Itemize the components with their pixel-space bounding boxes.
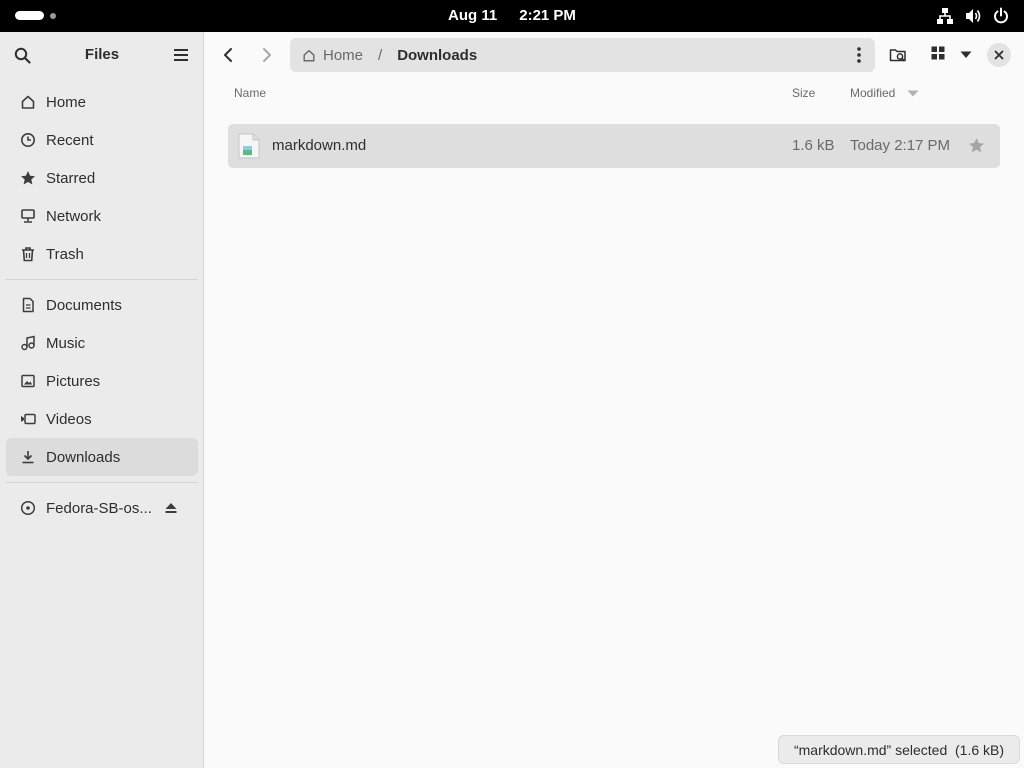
sidebar-item-label: Documents (46, 296, 122, 314)
sort-descending-icon (907, 90, 919, 97)
network-icon (937, 8, 953, 24)
clock-time: 2:21 PM (519, 7, 576, 24)
top-bar: Aug 11 2:21 PM (0, 0, 1024, 32)
breadcrumb-home[interactable]: Home (302, 47, 363, 64)
sidebar-item-home[interactable]: Home (6, 83, 198, 121)
selection-status: “markdown.md” selected (1.6 kB) (778, 735, 1020, 764)
column-header-name[interactable]: Name (234, 86, 266, 100)
power-icon (994, 7, 1008, 24)
download-icon (20, 449, 36, 465)
file-row[interactable]: markdown.md 1.6 kB Today 2:17 PM (228, 124, 1000, 168)
sidebar: Files Home Recent Starred Network Trash … (0, 32, 204, 768)
sidebar-item-videos[interactable]: Videos (6, 400, 198, 438)
document-icon (20, 297, 36, 313)
file-browser: Home / Downloads Name Size Modified mark… (205, 32, 1024, 768)
clock-date: Aug 11 (448, 7, 498, 24)
search-folder-icon[interactable] (889, 46, 907, 64)
home-icon (302, 48, 316, 63)
sidebar-item-label: Pictures (46, 372, 101, 390)
text-file-icon (238, 133, 260, 159)
sidebar-divider (6, 279, 198, 280)
music-icon (20, 335, 36, 351)
folder-menu-icon[interactable] (857, 47, 861, 63)
sidebar-item-label: Home (46, 93, 87, 111)
disc-icon (20, 500, 36, 516)
network-icon (20, 208, 36, 224)
star-icon[interactable] (968, 137, 985, 154)
video-icon (20, 411, 36, 427)
sidebar-item-starred[interactable]: Starred (6, 159, 198, 197)
file-size: 1.6 kB (792, 137, 835, 154)
picture-icon (20, 373, 36, 389)
main-menu-icon[interactable] (173, 48, 189, 62)
grid-view-icon[interactable] (931, 46, 945, 60)
breadcrumb-separator: / (378, 46, 383, 64)
sidebar-item-label: Downloads (46, 448, 121, 466)
breadcrumb-current[interactable]: Downloads (397, 47, 477, 64)
sidebar-item-music[interactable]: Music (6, 324, 198, 362)
sidebar-header: Files (0, 32, 204, 78)
breadcrumb-home-label: Home (323, 46, 364, 64)
view-options-chevron-icon[interactable] (960, 51, 972, 59)
sidebar-item-network[interactable]: Network (6, 197, 198, 235)
sidebar-item-label: Videos (46, 410, 92, 428)
trash-icon (20, 246, 36, 262)
sidebar-item-pictures[interactable]: Pictures (6, 362, 198, 400)
clock[interactable]: Aug 11 2:21 PM (0, 7, 1024, 24)
sidebar-item-label: Starred (46, 169, 96, 187)
system-tray[interactable] (936, 7, 1010, 25)
volume-icon (966, 9, 981, 23)
sidebar-item-label: Fedora-SB-os... (46, 499, 152, 517)
sidebar-item-documents[interactable]: Documents (6, 286, 198, 324)
sidebar-item-label: Recent (46, 131, 94, 149)
file-name: markdown.md (272, 137, 367, 154)
sidebar-places: Home Recent Starred Network Trash Docume… (6, 83, 198, 527)
home-icon (20, 94, 36, 110)
sidebar-item-label: Network (46, 207, 102, 225)
sidebar-divider (6, 482, 198, 483)
close-button[interactable] (987, 43, 1011, 67)
star-icon (20, 170, 36, 186)
sidebar-item-trash[interactable]: Trash (6, 235, 198, 273)
eject-icon[interactable] (164, 501, 178, 515)
back-button[interactable] (221, 47, 235, 63)
column-header-size[interactable]: Size (792, 86, 815, 100)
sidebar-item-recent[interactable]: Recent (6, 121, 198, 159)
sidebar-item-label: Music (46, 334, 86, 352)
sidebar-item-downloads[interactable]: Downloads (6, 438, 198, 476)
file-modified: Today 2:17 PM (850, 137, 951, 154)
clock-icon (20, 132, 36, 148)
sidebar-item-label: Trash (46, 245, 84, 263)
column-header-modified[interactable]: Modified (850, 86, 895, 100)
path-bar: Home / Downloads (290, 38, 875, 72)
close-icon (994, 50, 1004, 60)
sidebar-item-fedora-disc[interactable]: Fedora-SB-os... (6, 489, 198, 527)
forward-button[interactable] (260, 47, 274, 63)
